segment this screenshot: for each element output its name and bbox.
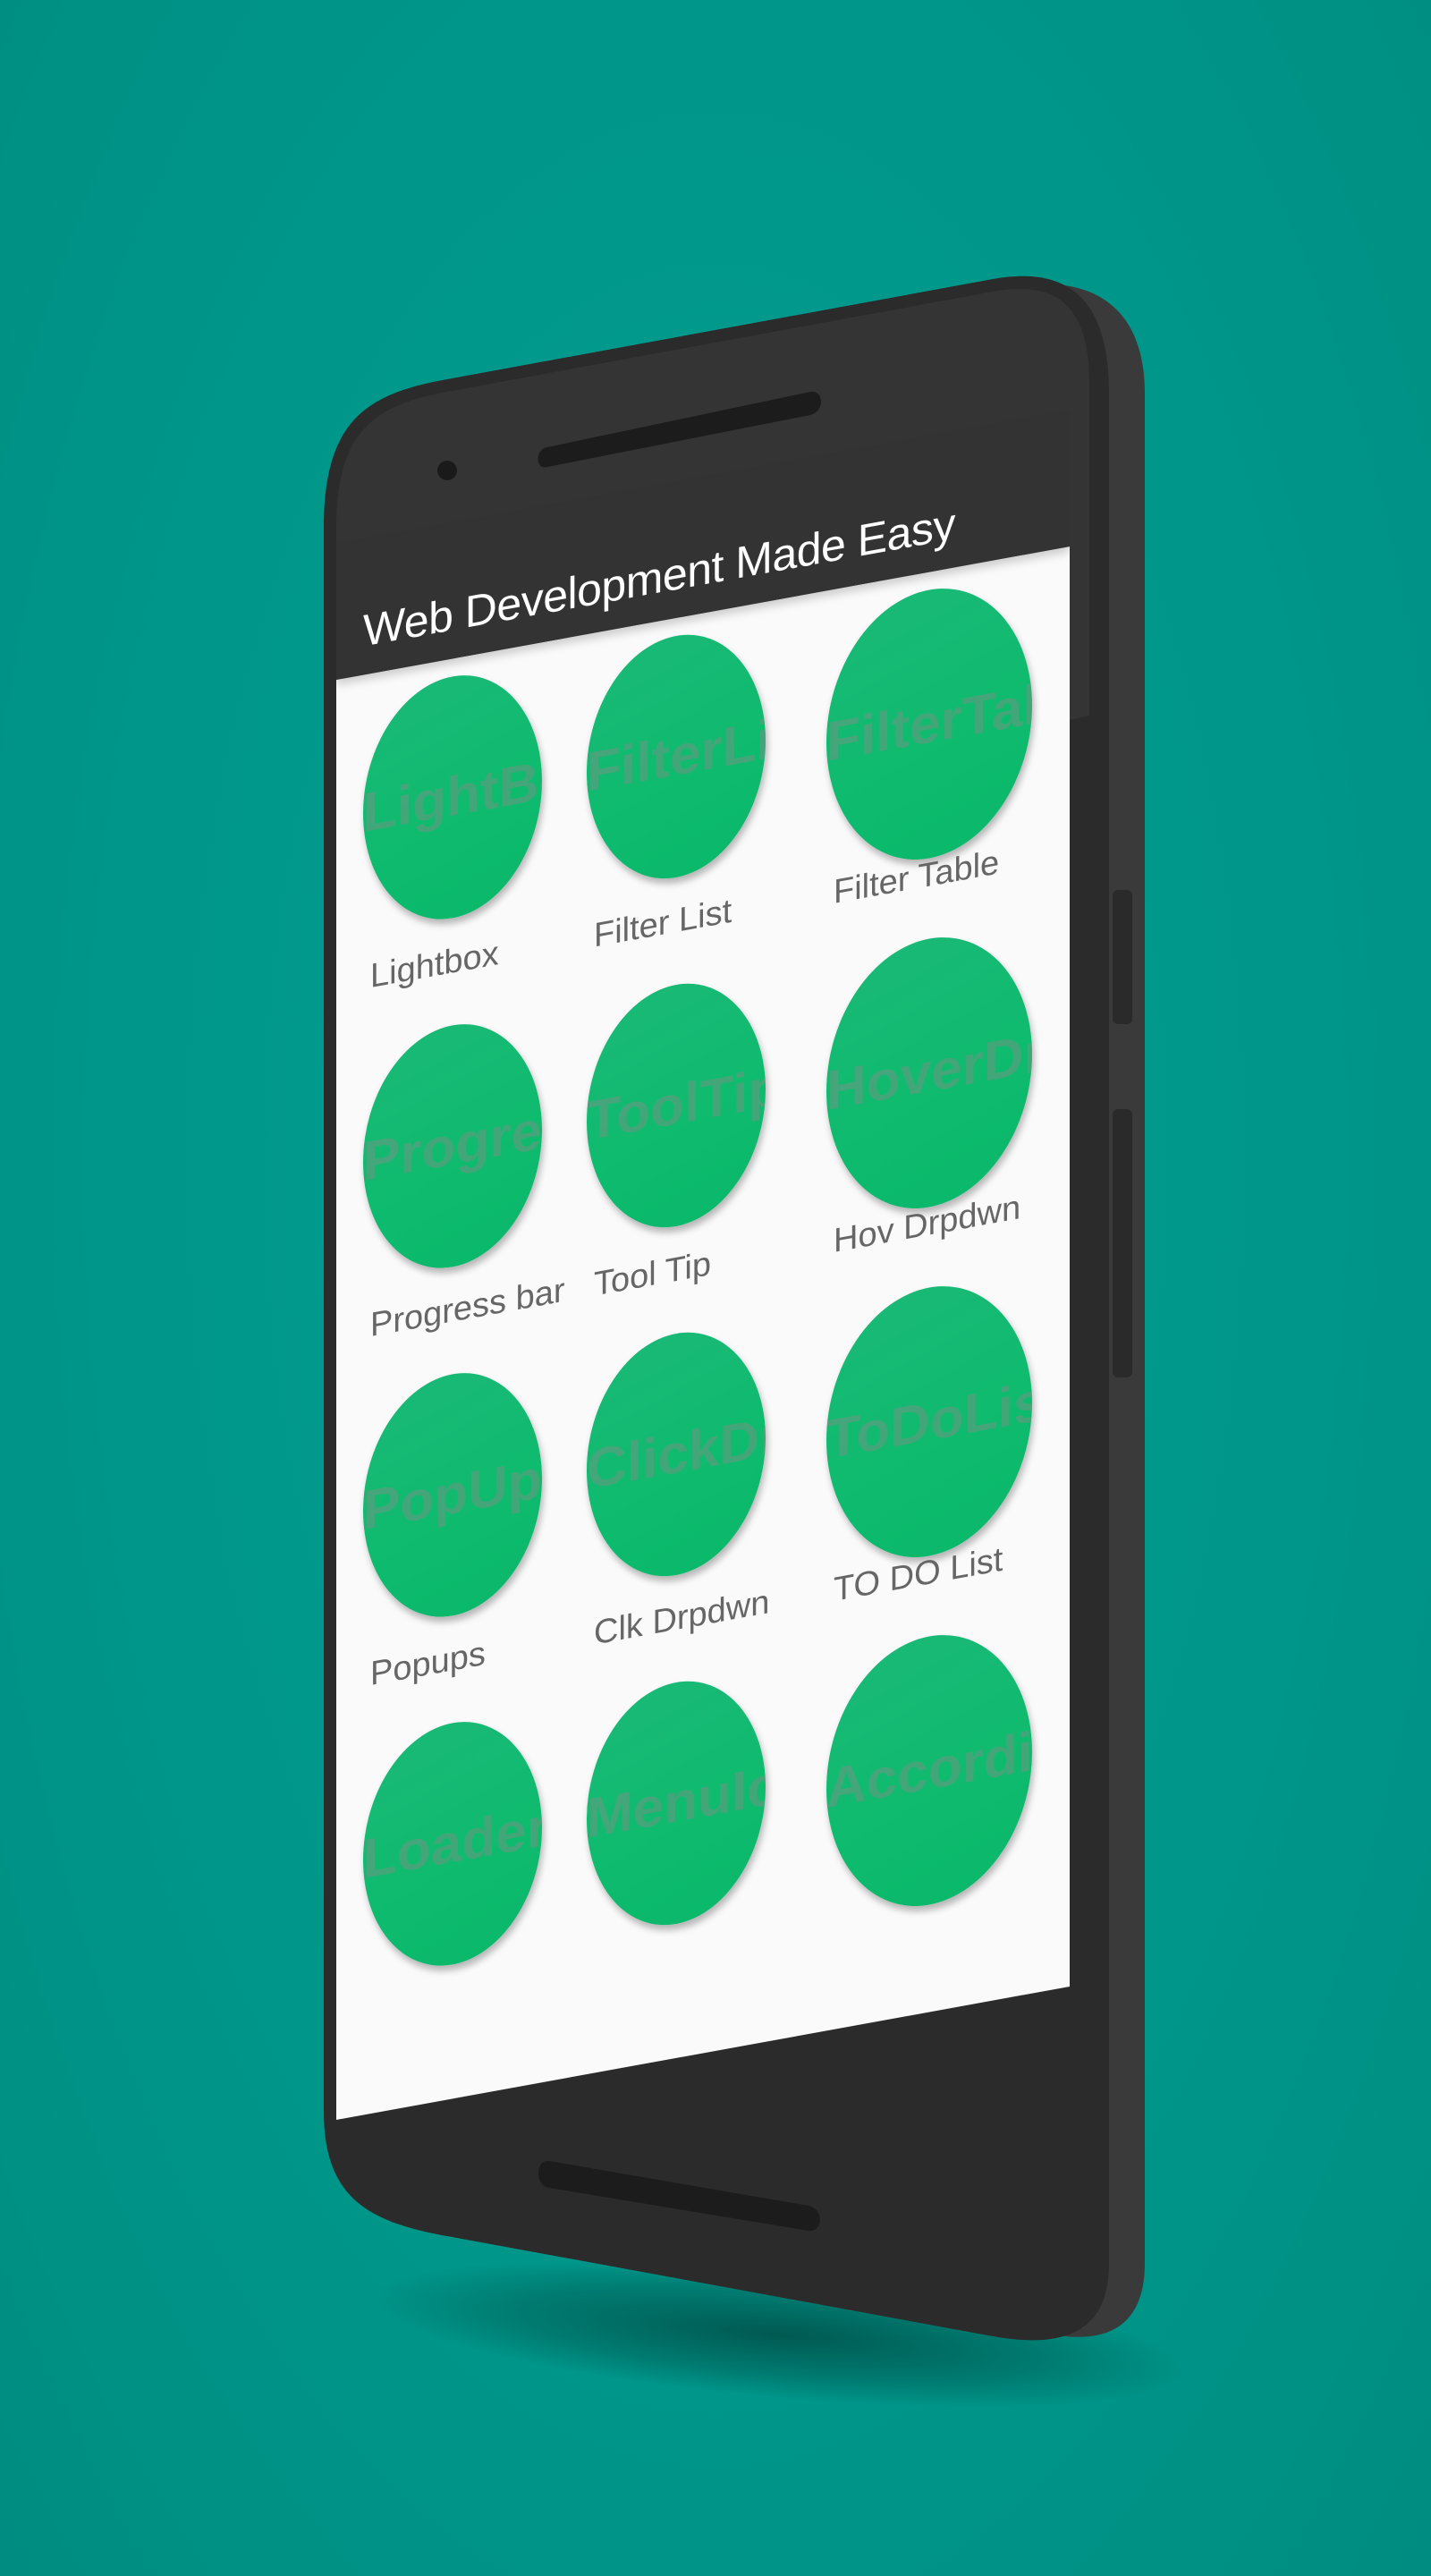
tile-accordion[interactable]: Accordion bbox=[819, 1597, 1052, 1979]
tile-menu-icon[interactable]: MenuIcon bbox=[560, 1643, 792, 2025]
tile-image: Progress bbox=[363, 1009, 542, 1284]
tile-image: PopUps bbox=[363, 1358, 542, 1632]
tile-image-text: ToDoList bbox=[826, 1371, 1032, 1471]
tile-grid: LightBox Lightbox FilterList Filter List… bbox=[336, 546, 1070, 2121]
tile-label: Progress bar bbox=[370, 1271, 565, 1345]
tile-filter-table[interactable]: FilterTable Filter Table bbox=[819, 550, 1052, 932]
tile-image-text: LightBox bbox=[363, 749, 542, 845]
tile-image: ToDoList bbox=[826, 1268, 1032, 1575]
tile-image-text: Loaders bbox=[363, 1795, 542, 1892]
tile-image-text: Accordion bbox=[826, 1720, 1032, 1820]
tile-tool-tip[interactable]: ToolTip Tool Tip bbox=[560, 945, 792, 1327]
tile-image-text: HoverDrop bbox=[826, 1022, 1032, 1123]
tile-image-text: Progress bbox=[363, 1097, 542, 1194]
tile-label: Tool Tip bbox=[594, 1244, 711, 1304]
tile-image: ClickDrop bbox=[587, 1317, 766, 1592]
tile-label: Lightbox bbox=[370, 934, 499, 996]
tile-lightbox[interactable]: LightBox Lightbox bbox=[336, 638, 569, 1020]
phone-screen: Web Development Made Easy LightBox Light… bbox=[336, 135, 1070, 2370]
tile-image: MenuIcon bbox=[587, 1665, 766, 1941]
tile-label: Clk Drpdwn bbox=[594, 1582, 770, 1653]
tile-image: LightBox bbox=[363, 660, 542, 935]
tile-image-text: ToolTip bbox=[587, 1057, 766, 1153]
tile-image: HoverDrop bbox=[826, 919, 1032, 1226]
tile-label: Popups bbox=[370, 1634, 486, 1694]
power-button bbox=[1113, 1109, 1132, 1377]
tile-image: Loaders bbox=[363, 1707, 542, 1981]
tile-loaders[interactable]: Loaders bbox=[336, 1684, 569, 2066]
tile-image-text: FilterTable bbox=[826, 674, 1032, 774]
tile-image-text: FilterList bbox=[587, 708, 766, 804]
tile-image: FilterList bbox=[587, 619, 766, 894]
tile-filter-list[interactable]: FilterList Filter List bbox=[560, 597, 792, 979]
tile-image: FilterTable bbox=[826, 571, 1032, 877]
tile-image-text: ClickDrop bbox=[587, 1406, 766, 1502]
tile-clk-drpdwn[interactable]: ClickDrop Clk Drpdwn bbox=[560, 1294, 792, 1676]
tile-popups[interactable]: PopUps Popups bbox=[336, 1335, 569, 1717]
tile-progress-bar[interactable]: Progress Progress bar bbox=[336, 987, 569, 1368]
tile-image-text: MenuIcon bbox=[587, 1755, 766, 1851]
tile-image: ToolTip bbox=[587, 968, 766, 1243]
tile-to-do-list[interactable]: ToDoList TO DO List bbox=[819, 1248, 1052, 1630]
tile-image: Accordion bbox=[826, 1617, 1032, 1924]
tile-label: Filter List bbox=[594, 892, 732, 955]
volume-button bbox=[1113, 890, 1132, 1024]
tile-hov-drpdwn[interactable]: HoverDrop Hov Drpdwn bbox=[819, 899, 1052, 1281]
tile-image-text: PopUps bbox=[363, 1446, 542, 1543]
